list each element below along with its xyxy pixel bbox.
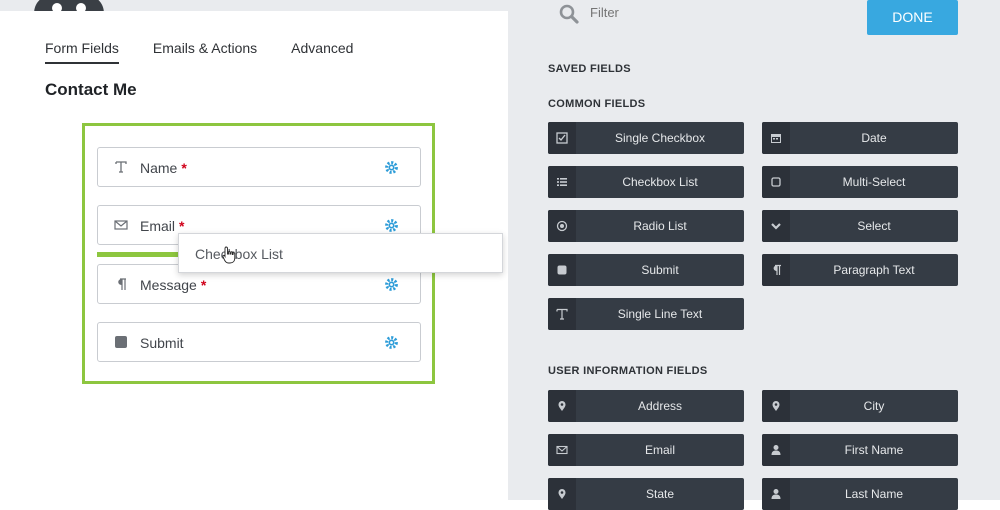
button-label: Select: [857, 219, 891, 233]
add-city-button[interactable]: City: [762, 390, 958, 422]
add-radio-list-button[interactable]: Radio List: [548, 210, 744, 242]
saved-fields-heading: SAVED FIELDS: [548, 63, 631, 75]
add-checkbox-list-button[interactable]: Checkbox List: [548, 166, 744, 198]
add-submit-button[interactable]: Submit: [548, 254, 744, 286]
add-address-button[interactable]: Address: [548, 390, 744, 422]
required-marker: *: [200, 277, 207, 293]
button-label: Single Line Text: [617, 307, 703, 321]
field-label: Submit: [140, 335, 184, 351]
add-state-button[interactable]: State: [548, 478, 744, 510]
required-marker: *: [179, 218, 185, 234]
dragging-field-label: Checkbox List: [195, 246, 283, 262]
search-icon: [559, 4, 579, 24]
button-label: Email: [644, 443, 675, 457]
calendar-icon: [771, 134, 781, 143]
map-marker-icon: [558, 489, 566, 499]
map-marker-icon: [772, 401, 780, 411]
tab-advanced[interactable]: Advanced: [291, 40, 353, 64]
tab-emails-actions[interactable]: Emails & Actions: [153, 40, 257, 64]
gear-icon[interactable]: [384, 335, 399, 350]
field-label: Email *: [140, 218, 185, 234]
add-email-button[interactable]: Email: [548, 434, 744, 466]
button-label: City: [863, 399, 885, 413]
user-icon: [771, 489, 781, 499]
gear-icon[interactable]: [384, 218, 399, 233]
button-label: Multi-Select: [842, 175, 906, 189]
text-t-icon: [115, 161, 127, 173]
common-fields-heading: COMMON FIELDS: [548, 98, 646, 110]
button-label: Paragraph Text: [833, 263, 915, 277]
button-label: First Name: [844, 443, 904, 457]
add-single-line-text-button[interactable]: Single Line Text: [548, 298, 744, 330]
field-palette-panel: [508, 0, 1000, 500]
button-label: Single Checkbox: [614, 131, 706, 145]
paragraph-icon: [118, 278, 126, 290]
form-title: Contact Me: [45, 80, 137, 99]
add-select-button[interactable]: Select: [762, 210, 958, 242]
button-label: Radio List: [633, 219, 687, 233]
envelope-icon: [114, 220, 128, 230]
paragraph-icon: [773, 264, 781, 275]
button-label: State: [645, 487, 675, 501]
add-date-button[interactable]: Date: [762, 122, 958, 154]
chevron-down-icon: [771, 223, 781, 230]
add-single-checkbox-button[interactable]: Single Checkbox: [548, 122, 744, 154]
checkbox-checked-icon: [556, 132, 568, 144]
user-information-heading: USER INFORMATION FIELDS: [548, 365, 708, 377]
text-t-icon: [556, 308, 568, 320]
add-multi-select-button[interactable]: Multi-Select: [762, 166, 958, 198]
field-label: Name *: [140, 160, 187, 176]
done-button[interactable]: DONE: [867, 0, 958, 35]
button-label: Checkbox List: [622, 175, 698, 189]
add-last-name-button[interactable]: Last Name: [762, 478, 958, 510]
button-label: Last Name: [844, 487, 904, 501]
gear-icon[interactable]: [384, 277, 399, 292]
hand-cursor-icon: [222, 246, 236, 264]
required-marker: *: [181, 160, 187, 176]
radio-icon: [556, 220, 568, 232]
square-icon: [557, 265, 567, 275]
add-paragraph-text-button[interactable]: Paragraph Text: [762, 254, 958, 286]
field-label: Message *: [140, 277, 207, 293]
envelope-icon: [556, 445, 568, 455]
add-first-name-button[interactable]: First Name: [762, 434, 958, 466]
field-name[interactable]: Name *: [97, 147, 421, 187]
button-label: Submit: [641, 263, 679, 277]
square-icon: [115, 336, 127, 348]
square-outline-icon: [771, 177, 781, 187]
user-icon: [771, 445, 781, 455]
button-label: Address: [637, 399, 683, 413]
gear-icon[interactable]: [384, 160, 399, 175]
map-marker-icon: [558, 401, 566, 411]
button-label: Date: [861, 131, 887, 145]
builder-tabs: Form Fields Emails & Actions Advanced: [45, 40, 353, 64]
field-submit[interactable]: Submit: [97, 322, 421, 362]
filter-input[interactable]: [590, 5, 790, 20]
list-icon: [557, 178, 567, 186]
tab-form-fields[interactable]: Form Fields: [45, 40, 119, 64]
